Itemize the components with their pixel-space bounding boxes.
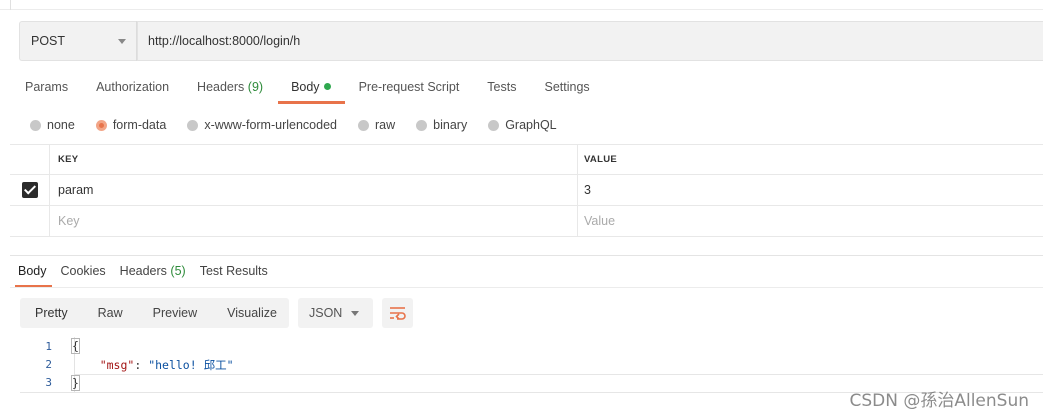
radio-circle-icon bbox=[488, 119, 500, 131]
tab-tests[interactable]: Tests bbox=[487, 78, 516, 104]
response-code-viewer[interactable]: 1 { 2 "msg": "hello! 邱工" 3 } bbox=[20, 337, 1043, 393]
json-key: "msg" bbox=[99, 357, 135, 372]
open-brace: { bbox=[71, 338, 80, 355]
radio-label: none bbox=[47, 118, 75, 132]
json-colon: : bbox=[134, 357, 149, 372]
line-number: 3 bbox=[45, 376, 52, 390]
url-input[interactable]: http://localhost:8000/login/h bbox=[137, 21, 1043, 61]
divider bbox=[10, 0, 11, 10]
line-number: 2 bbox=[45, 358, 52, 372]
radio-circle-icon bbox=[358, 119, 369, 131]
value-input[interactable]: Value bbox=[578, 206, 1043, 236]
request-bar: POST http://localhost:8000/login/h bbox=[19, 21, 1043, 61]
radio-label: binary bbox=[433, 118, 468, 132]
tab-body[interactable]: Body bbox=[278, 78, 344, 104]
tab-label: Headers bbox=[119, 264, 167, 278]
request-tabs: Params Authorization Headers (9) Body Pr… bbox=[25, 78, 618, 104]
view-mode-bar: Pretty Raw Preview Visualize bbox=[20, 298, 289, 328]
tab-test-results[interactable]: Test Results bbox=[200, 264, 268, 288]
column-header-value: VALUE bbox=[584, 154, 617, 165]
visualize-button[interactable]: Visualize bbox=[212, 298, 292, 328]
key-cell[interactable]: param bbox=[50, 175, 578, 205]
tab-label: Settings bbox=[544, 80, 590, 94]
radio-form-data[interactable]: form-data bbox=[95, 118, 167, 132]
radio-label: x-www-form-urlencoded bbox=[204, 118, 337, 132]
radio-label: raw bbox=[375, 118, 396, 132]
radio-binary[interactable]: binary bbox=[416, 118, 467, 132]
tab-label: Headers bbox=[197, 80, 245, 94]
tab-settings[interactable]: Settings bbox=[544, 78, 589, 104]
active-dot-icon bbox=[323, 83, 331, 90]
tab-label: Test Results bbox=[199, 264, 268, 278]
code-line: 2 "msg": "hello! 邱工" bbox=[20, 356, 1043, 375]
tab-label: Params bbox=[25, 80, 69, 94]
radio-label: GraphQL bbox=[505, 118, 557, 132]
preview-button[interactable]: Preview bbox=[138, 298, 212, 328]
tab-label: Body bbox=[291, 80, 320, 94]
header-check-cell bbox=[10, 145, 50, 174]
table-header-row: KEY VALUE bbox=[10, 144, 1043, 175]
body-type-radio-group: none form-data x-www-form-urlencoded raw… bbox=[30, 118, 578, 132]
json-value: "hello! 邱工" bbox=[148, 357, 234, 372]
response-tabs: Body Cookies Headers (5) Test Results bbox=[15, 264, 282, 288]
radio-none[interactable]: none bbox=[30, 118, 75, 132]
radio-selected-icon bbox=[95, 119, 107, 131]
tab-label: Cookies bbox=[60, 264, 106, 278]
radio-graphql[interactable]: GraphQL bbox=[488, 118, 557, 132]
tab-authorization[interactable]: Authorization bbox=[96, 78, 169, 104]
code-content: "msg": "hello! 邱工" bbox=[54, 357, 234, 373]
close-brace: } bbox=[71, 374, 80, 391]
radio-raw[interactable]: raw bbox=[358, 118, 395, 132]
method-label: POST bbox=[31, 34, 66, 48]
table-row-empty: Key Value bbox=[10, 206, 1043, 237]
radio-x-www-form-urlencoded[interactable]: x-www-form-urlencoded bbox=[187, 118, 337, 132]
tab-count: (9) bbox=[247, 80, 264, 94]
divider bbox=[10, 287, 1043, 288]
tab-params[interactable]: Params bbox=[25, 78, 68, 104]
tab-label: Pre-request Script bbox=[358, 80, 460, 94]
tab-response-body[interactable]: Body bbox=[15, 264, 51, 288]
method-select[interactable]: POST bbox=[19, 21, 136, 61]
response-divider bbox=[10, 255, 1043, 256]
watermark: CSDN @孫治AllenSun bbox=[849, 391, 1029, 411]
url-text: http://localhost:8000/login/h bbox=[148, 34, 301, 48]
wrap-lines-button[interactable] bbox=[382, 298, 413, 328]
tab-label: Authorization bbox=[96, 80, 170, 94]
table-row: param 3 bbox=[10, 175, 1043, 206]
tab-label: Tests bbox=[487, 80, 517, 94]
radio-circle-icon bbox=[416, 119, 428, 131]
format-label: JSON bbox=[309, 306, 343, 320]
wrap-icon bbox=[389, 307, 406, 320]
radio-circle-icon bbox=[30, 119, 41, 131]
tab-response-headers[interactable]: Headers (5) bbox=[120, 264, 186, 288]
chevron-down-icon bbox=[118, 39, 126, 44]
pretty-button[interactable]: Pretty bbox=[20, 298, 83, 328]
tab-headers[interactable]: Headers (9) bbox=[197, 78, 263, 104]
top-strip bbox=[0, 0, 1043, 10]
checkbox-checked-icon[interactable] bbox=[21, 182, 38, 198]
line-number: 1 bbox=[45, 339, 52, 353]
tab-label: Body bbox=[18, 264, 47, 278]
row-check-cell bbox=[10, 206, 50, 236]
tab-pre-request-script[interactable]: Pre-request Script bbox=[359, 78, 460, 104]
raw-button[interactable]: Raw bbox=[83, 298, 138, 328]
code-content: } bbox=[54, 374, 80, 391]
format-select[interactable]: JSON bbox=[298, 298, 373, 328]
radio-circle-icon bbox=[187, 119, 199, 131]
code-line: 1 { bbox=[20, 337, 1043, 356]
code-content: { bbox=[54, 338, 80, 355]
radio-label: form-data bbox=[112, 118, 167, 132]
row-check-cell bbox=[10, 175, 50, 205]
params-table: KEY VALUE param 3 Key Value bbox=[10, 144, 1043, 237]
column-header-key: KEY bbox=[50, 145, 578, 174]
key-input[interactable]: Key bbox=[50, 206, 578, 236]
chevron-down-icon bbox=[351, 311, 359, 316]
tab-cookies[interactable]: Cookies bbox=[61, 264, 106, 288]
tab-count: (5) bbox=[170, 264, 186, 278]
value-cell[interactable]: 3 bbox=[578, 175, 1043, 205]
